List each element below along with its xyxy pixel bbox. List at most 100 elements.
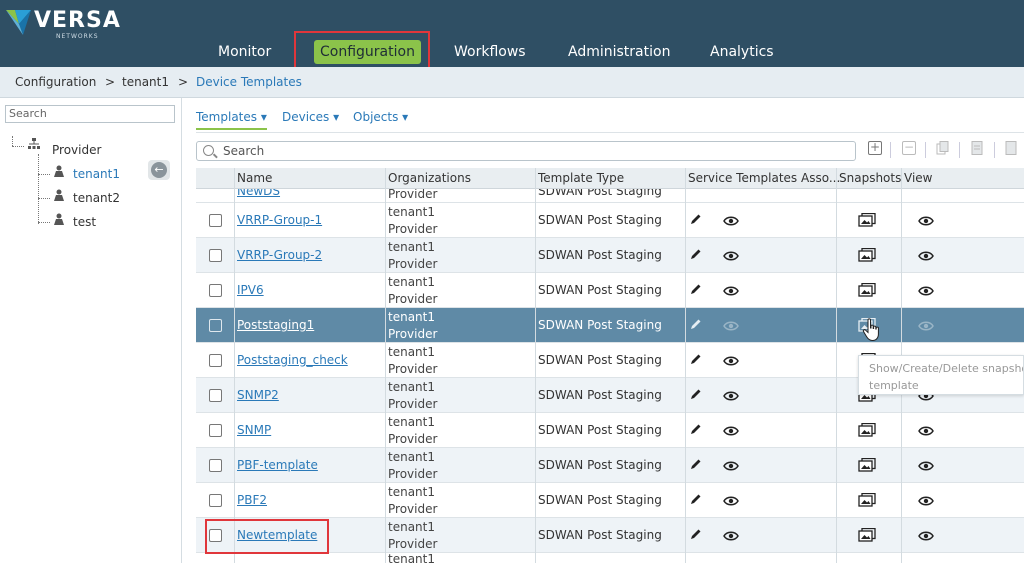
templates-search-input[interactable]: Search (196, 141, 856, 161)
template-name-link[interactable]: IPV6 (237, 283, 264, 297)
arrow-left-icon: ← (151, 162, 167, 178)
view-eye-icon[interactable] (918, 496, 934, 506)
table-row[interactable]: VRRP-Group-2 tenant1 Provider SDWAN Post St… (196, 238, 1024, 273)
clone-icon[interactable] (936, 141, 950, 155)
nav-administration[interactable]: Administration (568, 40, 670, 64)
edit-pencil-icon[interactable] (690, 423, 702, 435)
row-checkbox[interactable] (209, 284, 222, 297)
top-header: VERSA NETWORKS Monitor Configuration Wor… (0, 0, 1024, 67)
edit-pencil-icon[interactable] (690, 353, 702, 365)
row-checkbox[interactable] (209, 214, 222, 227)
table-row[interactable]: NewDS Provider SDWAN Post Staging (196, 189, 1024, 203)
row-checkbox[interactable] (209, 319, 222, 332)
template-organization: Provider (388, 397, 438, 411)
table-row[interactable]: tenant1 (196, 553, 1024, 563)
view-eye-icon[interactable] (723, 496, 739, 506)
view-eye-icon[interactable] (723, 321, 739, 331)
template-name-link[interactable]: PBF2 (237, 493, 267, 507)
edit-pencil-icon[interactable] (690, 528, 702, 540)
table-row[interactable]: PBF2 tenant1 Provider SDWAN Post Staging (196, 483, 1024, 518)
tree-search-input[interactable]: Search (5, 105, 175, 123)
view-eye-icon[interactable] (723, 286, 739, 296)
snapshot-icon[interactable] (858, 248, 876, 262)
row-checkbox[interactable] (209, 354, 222, 367)
view-eye-icon[interactable] (723, 391, 739, 401)
table-row[interactable]: PBF-template tenant1 Provider SDWAN Post St… (196, 448, 1024, 483)
nav-analytics[interactable]: Analytics (710, 40, 774, 64)
add-icon[interactable]: + (868, 141, 882, 155)
column-divider (234, 168, 235, 563)
snapshot-icon[interactable] (858, 493, 876, 507)
breadcrumb-tenant[interactable]: tenant1 (122, 75, 169, 89)
snapshot-icon[interactable] (858, 213, 876, 227)
nav-monitor[interactable]: Monitor (218, 40, 271, 64)
column-header-service-templates[interactable]: Service Templates Asso... (688, 171, 840, 185)
view-eye-icon[interactable] (918, 531, 934, 541)
column-header-name[interactable]: Name (237, 171, 272, 185)
org-tree-panel: Search Provider tenant1 tenant2 test ← (0, 98, 182, 563)
view-eye-icon[interactable] (723, 216, 739, 226)
tab-objects[interactable]: Objects ▾ (353, 110, 408, 124)
template-name-link[interactable]: Poststaging_check (237, 353, 348, 367)
highlight-box-newtemplate (205, 519, 329, 554)
view-eye-icon[interactable] (918, 216, 934, 226)
view-eye-icon[interactable] (918, 461, 934, 471)
template-name-link[interactable]: Poststaging1 (237, 318, 314, 332)
column-header-template-type[interactable]: Template Type (538, 171, 624, 185)
view-eye-icon[interactable] (723, 251, 739, 261)
tree-item-provider[interactable]: Provider (52, 143, 101, 157)
breadcrumb-configuration[interactable]: Configuration (15, 75, 96, 89)
view-eye-icon[interactable] (723, 426, 739, 436)
template-name-link[interactable]: NewDS (237, 189, 280, 198)
snapshot-icon[interactable] (858, 458, 876, 472)
template-name-link[interactable]: PBF-template (237, 458, 318, 472)
table-row[interactable]: Poststaging1 tenant1 Provider SDWAN Post St… (196, 308, 1024, 343)
table-row[interactable]: SNMP tenant1 Provider SDWAN Post Staging (196, 413, 1024, 448)
view-eye-icon[interactable] (723, 356, 739, 366)
tree-item-tenant2[interactable]: tenant2 (73, 191, 120, 205)
template-name-link[interactable]: VRRP-Group-1 (237, 213, 322, 227)
collapse-panel-button[interactable]: ← (148, 160, 170, 180)
row-checkbox[interactable] (209, 424, 222, 437)
export-icon[interactable] (971, 141, 985, 155)
user-org-icon (54, 165, 64, 177)
edit-pencil-icon[interactable] (690, 458, 702, 470)
breadcrumb-device-templates[interactable]: Device Templates (196, 75, 302, 89)
row-checkbox[interactable] (209, 389, 222, 402)
template-name-link[interactable]: SNMP (237, 423, 271, 437)
edit-pencil-icon[interactable] (690, 318, 702, 330)
brand-subtitle: NETWORKS (56, 33, 99, 40)
view-eye-icon[interactable] (918, 251, 934, 261)
edit-pencil-icon[interactable] (690, 213, 702, 225)
column-header-snapshots[interactable]: Snapshots (839, 171, 901, 185)
edit-pencil-icon[interactable] (690, 283, 702, 295)
snapshot-icon[interactable] (858, 528, 876, 542)
view-eye-icon[interactable] (723, 461, 739, 471)
view-eye-icon[interactable] (723, 531, 739, 541)
row-checkbox[interactable] (209, 494, 222, 507)
column-header-view[interactable]: View (904, 171, 932, 185)
template-name-link[interactable]: SNMP2 (237, 388, 279, 402)
edit-pencil-icon[interactable] (690, 388, 702, 400)
table-row[interactable]: IPV6 tenant1 Provider SDWAN Post Staging (196, 273, 1024, 308)
row-checkbox[interactable] (209, 459, 222, 472)
tree-item-test[interactable]: test (73, 215, 96, 229)
snapshot-icon[interactable] (858, 283, 876, 297)
tab-devices[interactable]: Devices ▾ (282, 110, 339, 124)
view-eye-icon[interactable] (918, 286, 934, 296)
view-eye-icon[interactable] (918, 426, 934, 436)
delete-icon[interactable]: − (902, 141, 916, 155)
view-eye-icon[interactable] (918, 321, 934, 331)
tree-item-tenant1[interactable]: tenant1 (73, 167, 120, 181)
tab-templates[interactable]: Templates ▾ (196, 110, 267, 130)
template-name-link[interactable]: VRRP-Group-2 (237, 248, 322, 262)
import-icon[interactable] (1005, 141, 1019, 155)
snapshot-icon[interactable] (858, 423, 876, 437)
hand-cursor-icon (862, 318, 879, 342)
nav-workflows[interactable]: Workflows (454, 40, 526, 64)
row-checkbox[interactable] (209, 249, 222, 262)
edit-pencil-icon[interactable] (690, 493, 702, 505)
table-row[interactable]: VRRP-Group-1 tenant1 Provider SDWAN Post St… (196, 203, 1024, 238)
edit-pencil-icon[interactable] (690, 248, 702, 260)
column-header-organizations[interactable]: Organizations (388, 171, 471, 185)
